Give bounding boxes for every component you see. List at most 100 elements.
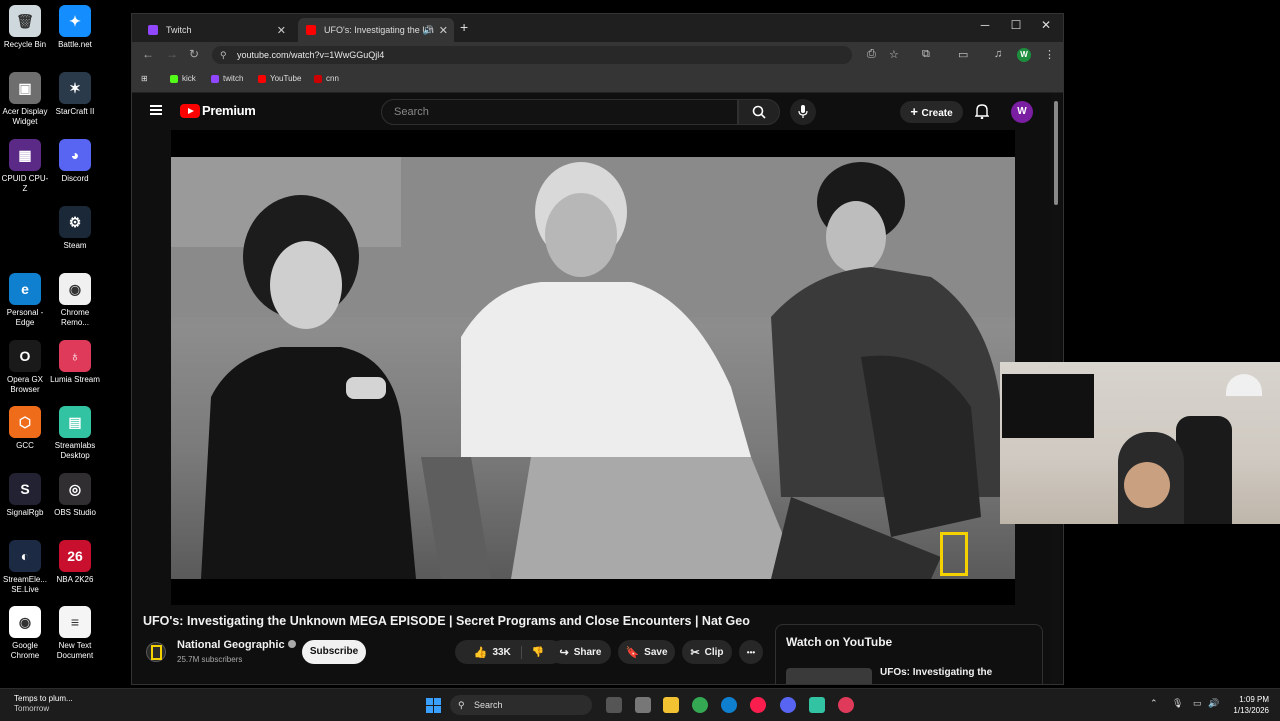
youtube-logo[interactable]: Premium: [180, 103, 256, 118]
tab-twitch[interactable]: Twitch ✕: [140, 18, 292, 42]
desktop-icon-new-text-document[interactable]: ≡ New Text Document: [50, 606, 100, 661]
taskbar-search[interactable]: ⚲ Search: [450, 695, 592, 715]
streamlabs-icon[interactable]: [809, 697, 825, 713]
desktop-icon-chrome-remo[interactable]: ◉ Chrome Remo...: [50, 273, 100, 328]
desktop-icon-streamele-se-live[interactable]: ◐ StreamEle... SE.Live: [0, 540, 50, 595]
desktop-icon-steam[interactable]: ⚙ Steam: [50, 206, 100, 251]
video-frame[interactable]: [171, 157, 1015, 579]
subscribe-button[interactable]: Subscribe: [302, 640, 366, 664]
network-icon[interactable]: ▭: [1193, 698, 1202, 709]
watch-item-title[interactable]: UFOs: Investigating the: [880, 667, 992, 678]
url-text: youtube.com/watch?v=1WwGGuQjl4: [237, 50, 385, 60]
browser-menu-icon[interactable]: ⋮: [1044, 48, 1055, 61]
desktop-icon-nba-2k26[interactable]: 26 NBA 2K26: [50, 540, 100, 585]
bookmark-youtube[interactable]: YouTube: [258, 74, 301, 83]
clip-button[interactable]: ✂ Clip: [682, 640, 732, 664]
maximize-icon[interactable]: ☐: [1001, 18, 1031, 32]
channel-avatar[interactable]: [146, 642, 166, 662]
volume-icon[interactable]: 🔊: [1208, 698, 1219, 709]
desktop-icon-cpuid-cpu-z[interactable]: ▦ CPUID CPU-Z: [0, 139, 50, 194]
microphone-icon: [798, 105, 808, 118]
extensions-icon[interactable]: ⧉: [922, 48, 930, 61]
chrome-icon[interactable]: [692, 697, 708, 713]
desktop-icon-label: Lumia Stream: [50, 375, 100, 384]
account-avatar[interactable]: W: [1011, 101, 1033, 123]
lumia-icon[interactable]: [838, 697, 854, 713]
address-bar[interactable]: ⚲ youtube.com/watch?v=1WwGGuQjl4: [212, 46, 852, 64]
close-tab-icon[interactable]: ✕: [439, 24, 448, 37]
bookmarks-bar: ⊞ kick twitch YouTube cnn: [132, 68, 1063, 93]
minimize-icon[interactable]: ─: [970, 18, 1000, 32]
task-view-icon[interactable]: [606, 697, 622, 713]
desktop-icon-starcraft-ii[interactable]: ✶ StarCraft II: [50, 72, 100, 117]
bookmark-twitch[interactable]: twitch: [211, 74, 243, 83]
close-tab-icon[interactable]: ✕: [277, 24, 286, 37]
desktop-icon-label: Opera GX Browser: [6, 375, 43, 394]
desktop-icon-label: New Text Document: [56, 641, 94, 660]
desktop-icon-battle-net[interactable]: ✦ Battle.net: [50, 5, 100, 50]
site-info-icon[interactable]: ⚲: [220, 46, 227, 64]
desktop-icon-opera-gx-browser[interactable]: O Opera GX Browser: [0, 340, 50, 395]
share-button[interactable]: ↪ Share: [550, 640, 611, 664]
desktop-icon-streamlabs-desktop[interactable]: ▤ Streamlabs Desktop: [50, 406, 100, 461]
taskbar-search-label: Search: [474, 700, 503, 710]
nat-geo-mini-icon: [150, 644, 162, 660]
video-player[interactable]: [171, 130, 1015, 605]
edge-icon[interactable]: [721, 697, 737, 713]
file-explorer-icon[interactable]: [663, 697, 679, 713]
more-actions-button[interactable]: •••: [739, 640, 763, 664]
desktop-icon-google-chrome[interactable]: ◉ Google Chrome: [0, 606, 50, 661]
desktop-icon-gcc[interactable]: ⬡ GCC: [0, 406, 50, 451]
speaker-icon[interactable]: 🔊: [423, 25, 434, 36]
search-input[interactable]: Search: [381, 99, 738, 125]
widgets-icon[interactable]: [635, 697, 651, 713]
desktop-icon-signalrgb[interactable]: S SignalRgb: [0, 473, 50, 518]
desktop-icon-label: Chrome Remo...: [60, 308, 90, 327]
create-button[interactable]: + Create: [900, 101, 963, 123]
opera-gx-icon[interactable]: [750, 697, 766, 713]
watch-item-thumbnail[interactable]: [786, 668, 872, 684]
bookmark-star-icon[interactable]: ☆: [889, 48, 899, 61]
windows-start-icon[interactable]: [426, 698, 441, 713]
opera-gx-browser-icon: O: [9, 340, 41, 372]
like-button[interactable]: 👍 33K: [474, 645, 522, 659]
reload-icon[interactable]: ↻: [189, 47, 199, 61]
thumbs-down-icon: 👎: [531, 646, 545, 658]
new-tab-button[interactable]: +: [460, 19, 468, 35]
back-icon[interactable]: ←: [142, 47, 154, 61]
weather-widget[interactable]: Temps to plum... Tomorrow: [14, 694, 73, 714]
create-label: Create: [921, 108, 953, 119]
apps-icon[interactable]: ⊞: [141, 74, 148, 83]
system-clock[interactable]: 1:09 PM 1/13/2026: [1225, 694, 1269, 716]
tab-youtube[interactable]: UFO's: Investigating the Un 🔊 ✕: [298, 18, 454, 42]
tray-mic-icon[interactable]: 🎙: [1172, 698, 1183, 709]
media-icon[interactable]: ♫: [994, 48, 1002, 60]
desktop-icon-acer-display-widget[interactable]: ▣ Acer Display Widget: [0, 72, 50, 127]
profile-avatar[interactable]: W: [1017, 48, 1031, 62]
desktop-icon-recycle-bin[interactable]: 🗑 Recycle Bin: [0, 5, 50, 50]
search-button[interactable]: [738, 99, 780, 125]
scrollbar-thumb[interactable]: [1054, 101, 1058, 205]
close-window-icon[interactable]: ✕: [1031, 18, 1061, 32]
kick-icon: [170, 74, 178, 83]
desktop-icon-lumia-stream[interactable]: ♁ Lumia Stream: [50, 340, 100, 385]
install-icon[interactable]: ⎙: [867, 48, 876, 61]
sidepanel-icon[interactable]: ▭: [958, 48, 968, 61]
voice-search-button[interactable]: [790, 99, 816, 125]
desktop-icon-obs-studio[interactable]: ◎ OBS Studio: [50, 473, 100, 518]
channel-name[interactable]: National Geographic: [177, 639, 296, 651]
forward-icon[interactable]: →: [166, 47, 178, 61]
notifications-bell-icon[interactable]: [974, 103, 990, 124]
taskbar: Temps to plum... Tomorrow ⚲ Search ⌃ 🎙 ▭…: [0, 688, 1280, 721]
desktop-icon-discord[interactable]: ◕ Discord: [50, 139, 100, 184]
browser-window: Twitch ✕ UFO's: Investigating the Un 🔊 ✕…: [131, 13, 1064, 685]
tray-chevron-icon[interactable]: ⌃: [1150, 698, 1158, 709]
bookmark-cnn[interactable]: cnn: [314, 74, 339, 83]
hamburger-menu-icon[interactable]: [150, 105, 162, 115]
video-title: UFO's: Investigating the Unknown MEGA EP…: [143, 614, 750, 628]
desktop-icon-personal-edge[interactable]: e Personal - Edge: [0, 273, 50, 328]
dislike-button[interactable]: 👎: [522, 647, 544, 658]
save-button[interactable]: 🔖 Save: [618, 640, 675, 664]
bookmark-kick[interactable]: kick: [170, 74, 196, 83]
discord-icon[interactable]: [780, 697, 796, 713]
